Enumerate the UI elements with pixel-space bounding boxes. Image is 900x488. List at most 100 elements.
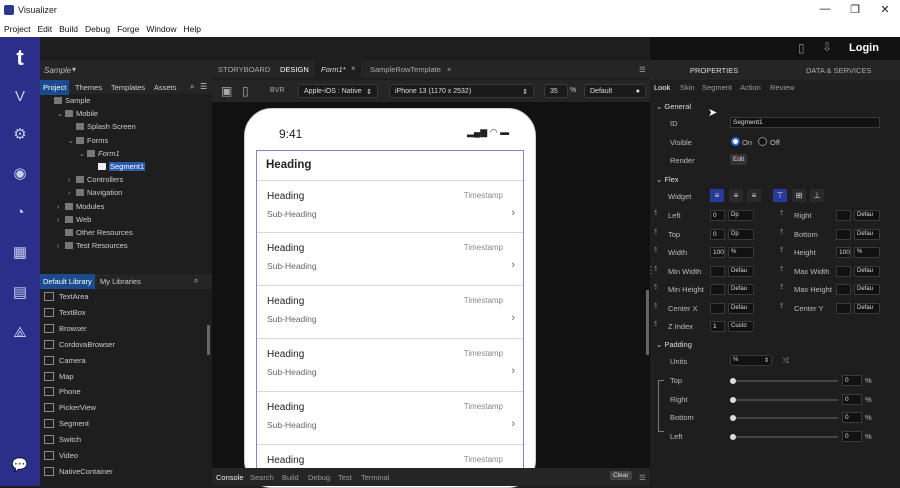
tab-my-libraries[interactable]: My Libraries	[100, 277, 141, 286]
tab-search[interactable]: Search	[250, 473, 274, 482]
link-icon[interactable]: ⥉	[780, 284, 783, 292]
close-tab-icon[interactable]: ×	[447, 65, 451, 74]
flex-left-input[interactable]: 1	[710, 321, 725, 332]
menu-icon[interactable]: ☰	[639, 65, 646, 74]
library-scrollbar[interactable]	[207, 325, 210, 355]
flex-right-input[interactable]	[836, 302, 851, 314]
align-middle-icon[interactable]: ⊞	[792, 189, 806, 202]
segment-row[interactable]: HeadingTimestampSub-Heading›	[257, 180, 523, 233]
minimize-button[interactable]: —	[815, 3, 835, 15]
padding-input[interactable]: 0	[842, 375, 862, 386]
render-edit-button[interactable]: Edit	[730, 154, 748, 165]
flex-section-header[interactable]: ⌄ Flex	[656, 175, 679, 184]
tab-console[interactable]: Console	[216, 473, 244, 482]
chevron-icon[interactable]: ›	[57, 204, 65, 211]
padding-section-header[interactable]: ⌄ Padding	[656, 340, 692, 349]
tab-storyboard[interactable]: STORYBOARD	[218, 65, 270, 74]
link-icon[interactable]: ⥉	[654, 229, 657, 237]
library-item[interactable]: Segment	[44, 419, 89, 429]
slider-knob[interactable]	[730, 415, 736, 421]
tab-design[interactable]: DESIGN	[280, 65, 309, 74]
flex-right-input[interactable]	[836, 265, 851, 277]
id-input[interactable]: Segment1	[730, 117, 880, 128]
general-section-header[interactable]: ⌄ General	[656, 102, 691, 111]
flex-right-input[interactable]	[836, 228, 851, 240]
menu-window[interactable]: Window	[146, 24, 176, 34]
tab-segment[interactable]: Segment	[702, 83, 732, 92]
library-item[interactable]: Browser	[44, 323, 87, 333]
chevron-icon[interactable]: ›	[57, 217, 65, 224]
link-icon[interactable]: ⥉	[654, 247, 657, 255]
padding-slider[interactable]	[730, 433, 838, 440]
tree-item[interactable]: Other Resources	[57, 228, 133, 237]
chevron-icon[interactable]: ›	[57, 243, 65, 250]
flex-right-unit[interactable]: Defau	[854, 210, 880, 221]
close-button[interactable]: ✕	[875, 3, 895, 16]
link-icon[interactable]: ⥉	[780, 266, 783, 274]
segment-row[interactable]: HeadingTimestampSub-Heading›	[257, 445, 523, 469]
flex-right-input[interactable]	[836, 284, 851, 295]
flex-right-input[interactable]	[836, 210, 851, 221]
platform-select[interactable]: Apple-iOS : Native ⇕	[298, 84, 378, 98]
link-icon[interactable]: ⥉	[654, 266, 657, 274]
tab-test[interactable]: Test	[338, 473, 352, 482]
menu-debug[interactable]: Debug	[85, 24, 110, 34]
tree-item[interactable]: › Modules	[57, 202, 104, 211]
flex-left-unit[interactable]: %	[728, 247, 754, 258]
library-item[interactable]: Map	[44, 371, 74, 381]
link-icon[interactable]: ⥉	[780, 229, 783, 237]
device-select[interactable]: iPhone 13 (1170 x 2532) ⇕	[389, 84, 534, 98]
logo-icon[interactable]: t	[9, 45, 31, 71]
tab-form1[interactable]: Form1* ×	[315, 60, 361, 78]
library-item[interactable]: Phone	[44, 387, 81, 397]
chat-icon[interactable]: 💬	[10, 455, 30, 475]
flex-left-unit[interactable]: Custo	[728, 321, 754, 332]
segment-row[interactable]: HeadingTimestampSub-Heading›	[257, 286, 523, 339]
network-icon[interactable]: ⟁	[10, 323, 30, 343]
mobile-preview-icon[interactable]: ▯	[798, 41, 805, 55]
visualizer-icon[interactable]: V	[10, 87, 30, 107]
segment-widget[interactable]: Heading Heading Timestamp Sub-Heading › Head…	[256, 150, 524, 470]
tree-item[interactable]: Splash Screen	[68, 122, 136, 131]
tab-review[interactable]: Review	[770, 83, 795, 92]
flex-left-input[interactable]: 100	[710, 247, 725, 258]
chevron-icon[interactable]: ⌄	[79, 150, 87, 158]
flex-right-unit[interactable]: Defau	[854, 265, 880, 277]
menu-edit[interactable]: Edit	[37, 24, 52, 34]
tab-templates[interactable]: Templates	[111, 83, 145, 92]
clear-button[interactable]: Clear	[610, 471, 632, 480]
gauge-icon[interactable]: ◔	[10, 203, 30, 223]
flex-left-unit[interactable]: Defau	[728, 302, 754, 314]
bvr-label[interactable]: BVR	[270, 87, 284, 94]
link-icon[interactable]: ⥉	[654, 210, 657, 218]
tab-action[interactable]: Action	[740, 83, 761, 92]
tab-skin[interactable]: Skin	[680, 83, 695, 92]
library-item[interactable]: TextArea	[44, 292, 89, 301]
segment-row[interactable]: HeadingTimestampSub-Heading›	[257, 339, 523, 392]
device-icon[interactable]: ▯	[242, 84, 249, 98]
tree-item[interactable]: ⌄ Form1	[79, 149, 120, 158]
menu-forge[interactable]: Forge	[117, 24, 139, 34]
link-icon[interactable]: ⥉	[654, 321, 657, 329]
canvas-scrollbar[interactable]	[646, 290, 649, 355]
flex-left-input[interactable]	[710, 265, 725, 277]
slider-knob[interactable]	[730, 396, 736, 403]
library-item[interactable]: PickerView	[44, 403, 96, 413]
tab-samplerowtemplate[interactable]: SampleRowTemplate	[370, 65, 441, 74]
menu-project[interactable]: Project	[4, 24, 30, 34]
flex-right-unit[interactable]: Defau	[854, 302, 880, 314]
tree-item[interactable]: › Controllers	[68, 175, 123, 184]
flex-left-input[interactable]: 0	[710, 228, 725, 240]
tab-look[interactable]: Look	[654, 83, 670, 92]
menu-help[interactable]: Help	[184, 24, 201, 34]
flex-left-input[interactable]: 0	[710, 210, 725, 221]
chevron-icon[interactable]: ›	[68, 190, 76, 197]
padding-slider[interactable]	[730, 378, 838, 384]
align-top-icon[interactable]: ⊤	[773, 189, 787, 202]
tab-project[interactable]: Project	[40, 80, 70, 95]
download-icon[interactable]: ⇩	[822, 40, 832, 54]
link-icon[interactable]: ⥉	[654, 303, 657, 311]
list-icon[interactable]: ☰	[200, 82, 207, 91]
flex-left-input[interactable]	[710, 284, 725, 295]
library-item[interactable]: NativeContainer	[44, 466, 113, 476]
